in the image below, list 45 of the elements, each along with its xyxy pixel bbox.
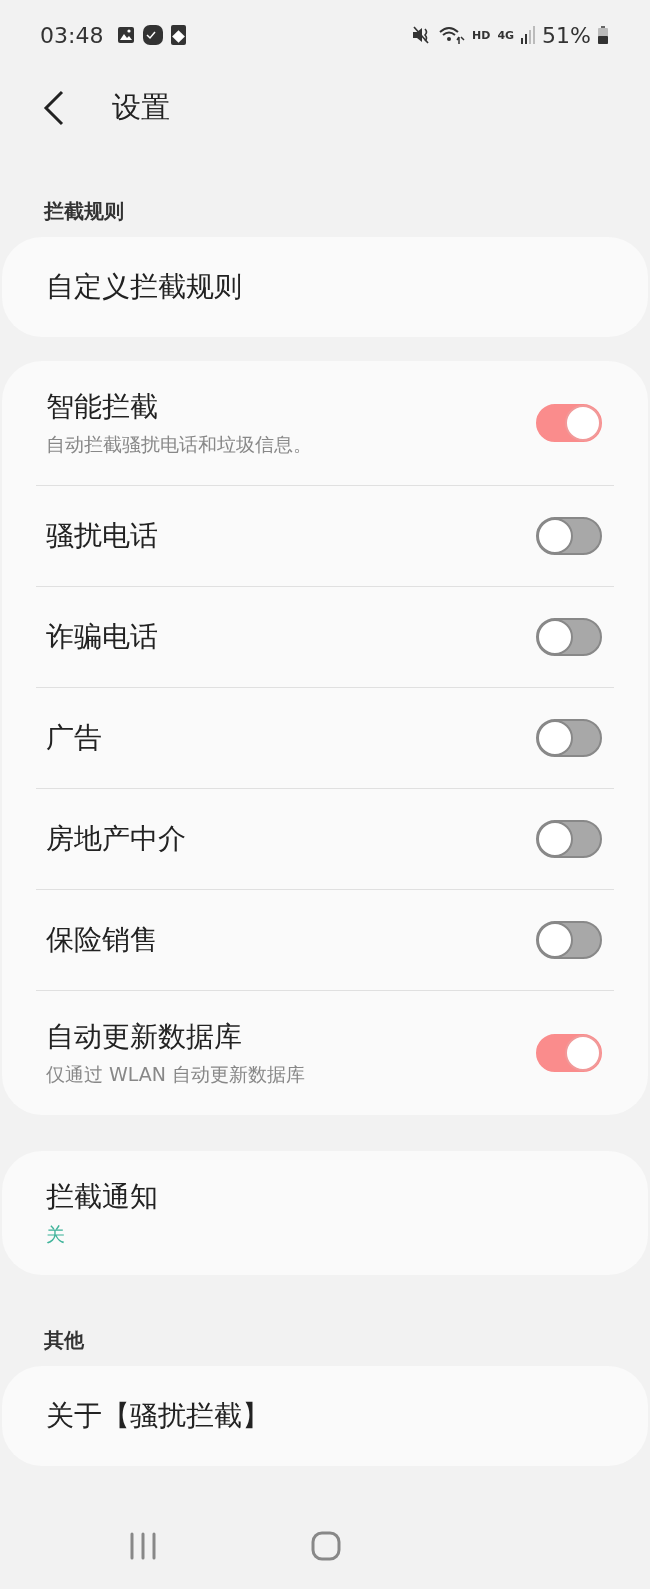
toggle-switch[interactable] xyxy=(536,820,602,858)
settings-row[interactable]: 广告 xyxy=(2,688,648,788)
setting-title: 诈骗电话 xyxy=(46,619,159,655)
setting-title: 保险销售 xyxy=(46,922,159,958)
battery-icon xyxy=(598,26,608,44)
setting-value: 关 xyxy=(46,1222,66,1247)
setting-description: 自动拦截骚扰电话和垃圾信息。 xyxy=(46,432,313,457)
image-icon xyxy=(117,26,136,44)
setting-title: 关于【骚扰拦截】 xyxy=(46,1398,271,1434)
setting-title: 骚扰电话 xyxy=(46,518,159,554)
settings-row[interactable]: 骚扰电话 xyxy=(2,486,648,586)
page-title: 设置 xyxy=(112,89,170,126)
toggle-switch[interactable] xyxy=(536,921,602,959)
settings-row[interactable]: 自定义拦截规则 xyxy=(2,237,648,337)
section-header: 其他 xyxy=(43,1327,85,1354)
setting-title: 自动更新数据库 xyxy=(46,1019,243,1055)
app-notification-icon xyxy=(171,25,187,45)
settings-row[interactable]: 拦截通知 关 xyxy=(2,1151,648,1275)
setting-title: 自定义拦截规则 xyxy=(46,269,243,305)
recent-apps-icon[interactable] xyxy=(129,1532,157,1560)
toggle-switch[interactable] xyxy=(536,517,602,555)
network-label: 4G xyxy=(497,28,515,42)
settings-row[interactable]: 诈骗电话 xyxy=(2,587,648,687)
toggle-switch[interactable] xyxy=(536,618,602,656)
settings-row[interactable]: 房地产中介 xyxy=(2,789,648,889)
setting-title: 房地产中介 xyxy=(46,821,187,857)
setting-description: 仅通过 WLAN 自动更新数据库 xyxy=(46,1062,307,1087)
toggle-switch[interactable] xyxy=(536,404,602,442)
settings-row[interactable]: 保险销售 xyxy=(2,890,648,990)
setting-title: 拦截通知 xyxy=(46,1179,159,1215)
check-badge-icon xyxy=(143,25,164,45)
home-icon[interactable] xyxy=(311,1531,341,1561)
settings-row[interactable]: 关于【骚扰拦截】 xyxy=(2,1366,648,1466)
network-label: HD xyxy=(472,28,491,42)
clock: 03:48 xyxy=(40,22,104,48)
setting-title: 智能拦截 xyxy=(46,389,159,425)
setting-title: 广告 xyxy=(46,720,103,756)
wifi-icon xyxy=(439,25,466,45)
battery-percentage: 51% xyxy=(542,22,591,48)
signal-icon xyxy=(521,26,536,44)
section-header: 拦截规则 xyxy=(42,198,125,225)
settings-row[interactable]: 智能拦截 自动拦截骚扰电话和垃圾信息。 xyxy=(2,361,648,485)
toggle-switch[interactable] xyxy=(536,1034,602,1072)
settings-row[interactable]: 自动更新数据库 仅通过 WLAN 自动更新数据库 xyxy=(2,991,648,1115)
toggle-switch[interactable] xyxy=(536,719,602,757)
